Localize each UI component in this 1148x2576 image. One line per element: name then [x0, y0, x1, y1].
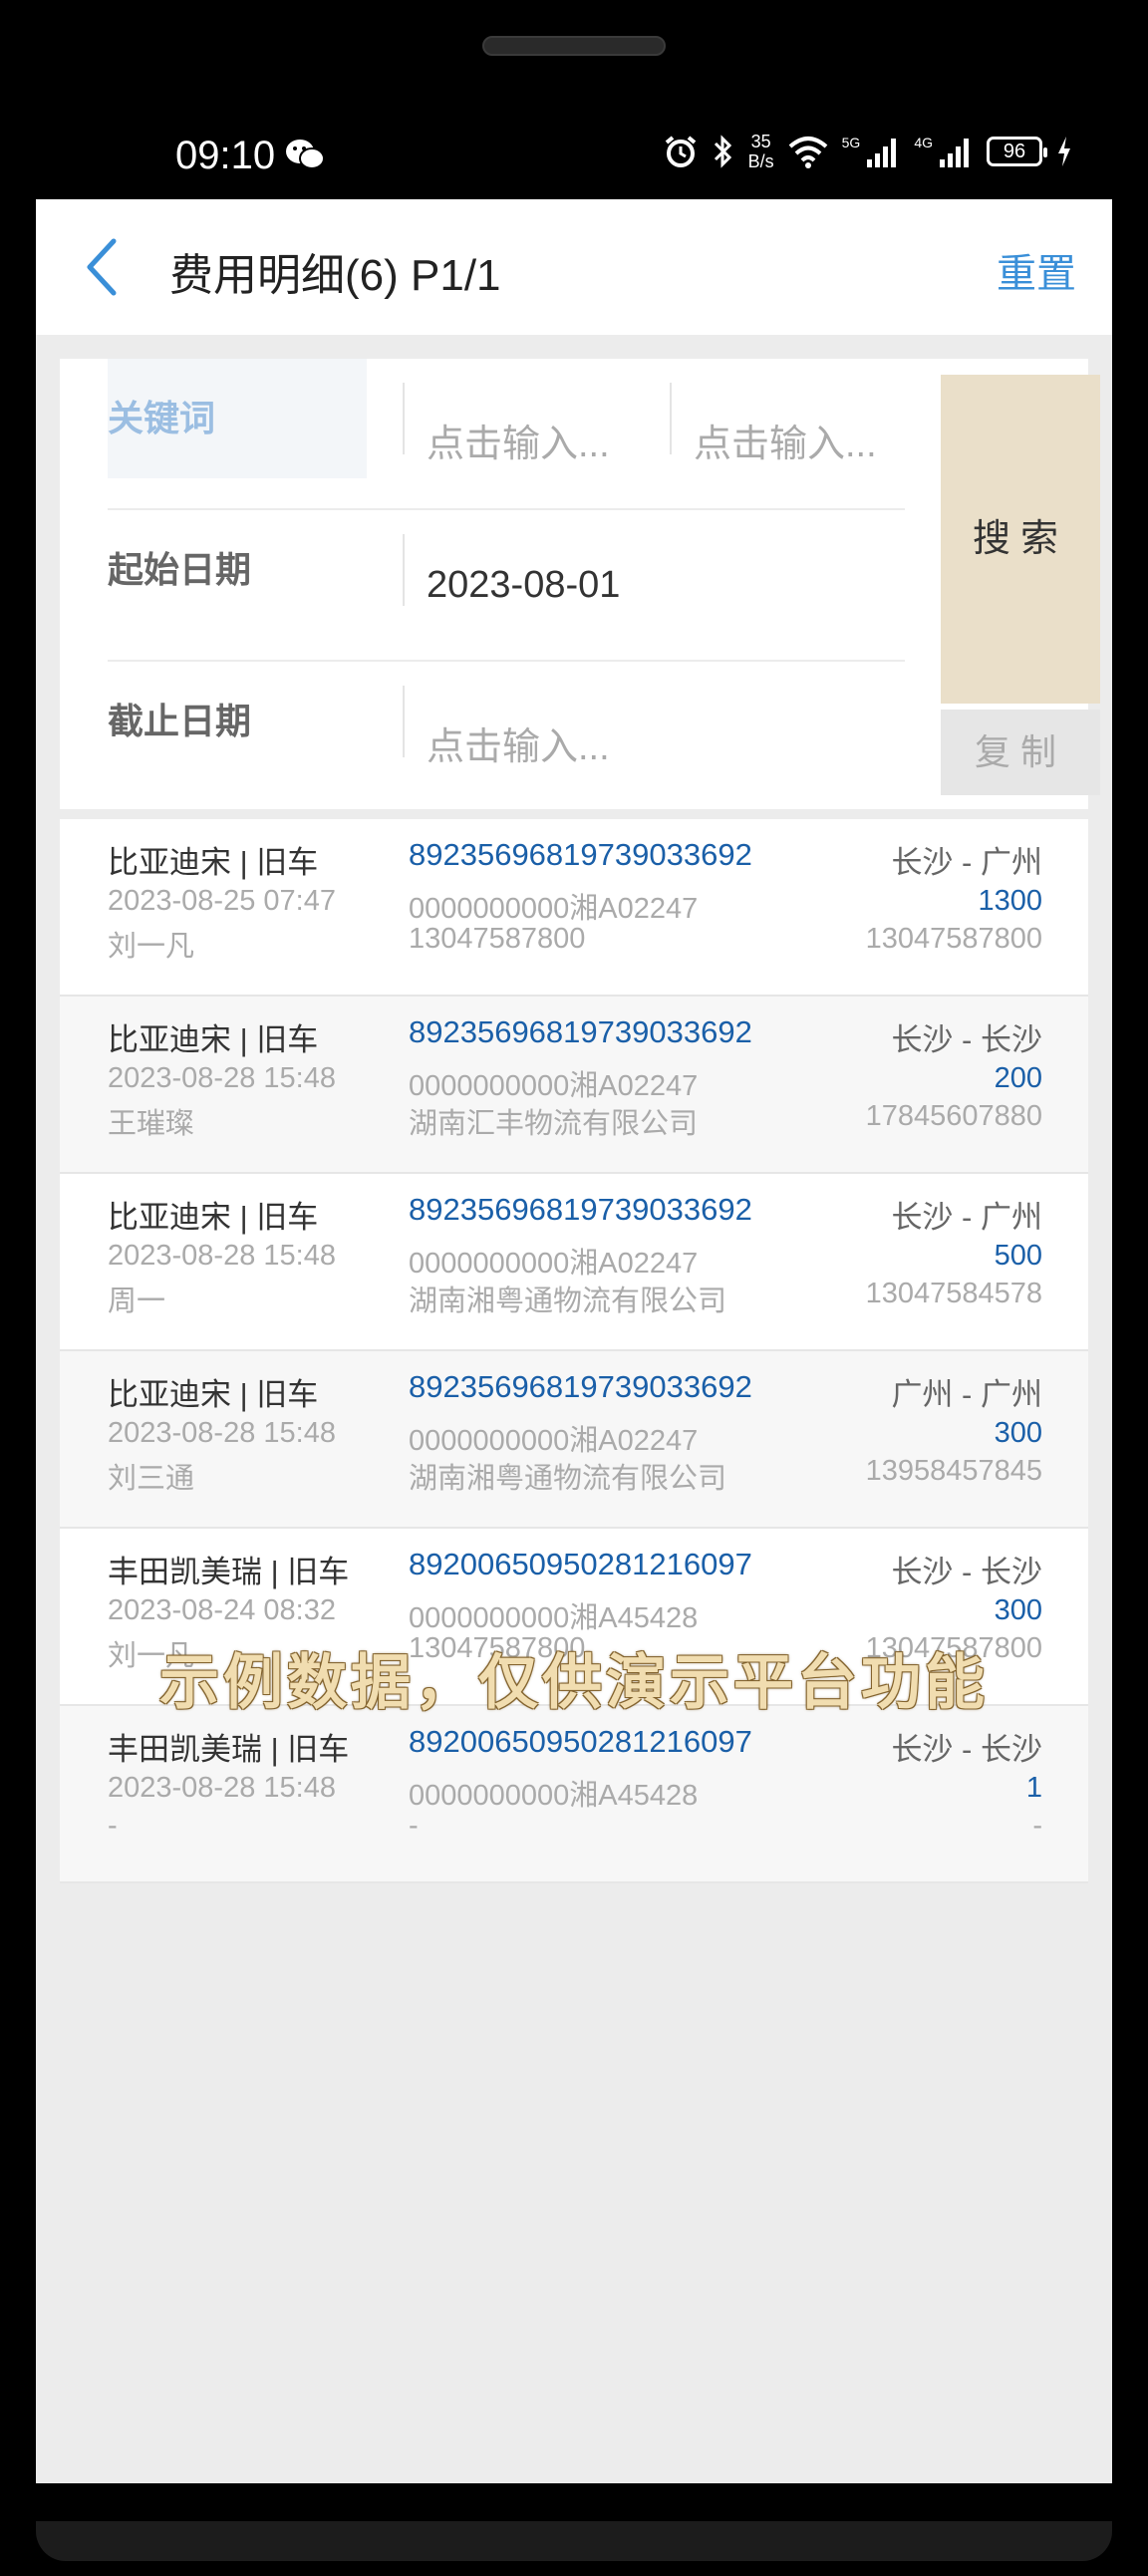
driver-name: 王璀璨 [108, 1108, 195, 1140]
route: 长沙 - 长沙 [891, 1022, 1042, 1057]
driver-name: 周一 [108, 1286, 166, 1317]
card-number: 89235696819739033692 [409, 837, 752, 872]
plate-number: 0000000000湘A02247 [409, 1425, 699, 1457]
start-date-input[interactable]: 2023-08-01 [427, 564, 620, 607]
copy-button[interactable]: 复制 [941, 710, 1100, 795]
charging-icon [1058, 137, 1070, 166]
card-number: 89235696819739033692 [409, 1369, 752, 1404]
vehicle-model: 比亚迪宋 | 旧车 [108, 1377, 319, 1412]
status-bar: 09:10 35 B/s 5G 4G 96 [36, 122, 1112, 197]
phone-number: 17845607880 [865, 1100, 1042, 1132]
list-item[interactable]: 比亚迪宋 | 旧车 2023-08-28 15:48 周一 8923569681… [60, 1174, 1088, 1351]
company-name: 13047587800 [409, 923, 586, 955]
net-speed: 35 B/s [747, 132, 774, 171]
start-date-label: 起始日期 [108, 549, 252, 590]
divider [403, 686, 405, 757]
end-date-input[interactable]: 点击输入... [427, 716, 610, 770]
plate-number: 0000000000湘A02247 [409, 1070, 699, 1102]
record-date: 2023-08-28 15:48 [108, 1417, 336, 1449]
amount: 1 [1025, 1772, 1042, 1804]
signal-icon [867, 139, 897, 167]
keyword-input-2[interactable]: 点击输入... [694, 413, 877, 467]
route: 长沙 - 广州 [891, 1200, 1042, 1235]
vehicle-model: 比亚迪宋 | 旧车 [108, 1200, 319, 1235]
company-name: 湖南汇丰物流有限公司 [409, 1108, 699, 1140]
record-date: 2023-08-28 15:48 [108, 1240, 336, 1272]
card-number: 89235696819739033692 [409, 1014, 752, 1049]
keyword-label: 关键词 [108, 359, 367, 478]
card-number: 89235696819739033692 [409, 1192, 752, 1227]
divider [403, 383, 405, 454]
vehicle-model: 比亚迪宋 | 旧车 [108, 1022, 319, 1057]
amount: 300 [994, 1594, 1042, 1626]
phone-number: 13958457845 [865, 1455, 1042, 1487]
phone-number: 13047587800 [865, 923, 1042, 955]
list-item[interactable]: 比亚迪宋 | 旧车 2023-08-25 07:47 刘一凡 892356968… [60, 819, 1088, 997]
plate-number: 0000000000湘A02247 [409, 893, 699, 925]
list-item[interactable]: 比亚迪宋 | 旧车 2023-08-28 15:48 刘三通 892356968… [60, 1351, 1088, 1529]
vehicle-model: 丰田凯美瑞 | 旧车 [108, 1555, 350, 1589]
route: 长沙 - 长沙 [891, 1732, 1042, 1767]
reset-button[interactable]: 重置 [997, 241, 1076, 299]
company-name: - [409, 1810, 419, 1842]
signal2-label: 4G [914, 135, 933, 150]
card-number: 89200650950281216097 [409, 1547, 752, 1581]
list-item[interactable]: 丰田凯美瑞 | 旧车 2023-08-28 15:48 - 8920065095… [60, 1706, 1088, 1883]
search-panel: 关键词 点击输入... 点击输入... 起始日期 2023-08-01 截止日期… [60, 359, 1100, 809]
amount: 500 [994, 1240, 1042, 1272]
search-button[interactable]: 搜索 [941, 375, 1100, 704]
battery-indicator: 96 [987, 137, 1047, 166]
plate-number: 0000000000湘A45428 [409, 1780, 699, 1812]
company-name: 湖南湘粤通物流有限公司 [409, 1286, 727, 1317]
keyword-input-1[interactable]: 点击输入... [427, 413, 610, 467]
record-date: 2023-08-28 15:48 [108, 1062, 336, 1094]
record-date: 2023-08-24 08:32 [108, 1594, 336, 1626]
route: 长沙 - 长沙 [891, 1555, 1042, 1589]
expense-list: 比亚迪宋 | 旧车 2023-08-25 07:47 刘一凡 892356968… [60, 819, 1088, 1883]
signal1-label: 5G [841, 135, 861, 150]
divider [670, 383, 672, 454]
route: 广州 - 广州 [891, 1377, 1042, 1412]
driver-name: 刘一凡 [108, 931, 195, 963]
vehicle-model: 比亚迪宋 | 旧车 [108, 845, 319, 880]
end-date-label: 截止日期 [108, 701, 252, 741]
route: 长沙 - 广州 [891, 845, 1042, 880]
phone-speaker [482, 36, 666, 56]
nav-bar: 费用明细(6) P1/1 重置 [36, 199, 1112, 335]
card-number: 89200650950281216097 [409, 1724, 752, 1759]
amount: 1300 [978, 885, 1042, 917]
status-time: 09:10 [175, 134, 276, 177]
vehicle-model: 丰田凯美瑞 | 旧车 [108, 1732, 350, 1767]
back-arrow-icon[interactable] [82, 235, 122, 299]
record-date: 2023-08-25 07:47 [108, 885, 336, 917]
wechat-icon [286, 140, 325, 169]
company-name: 湖南湘粤通物流有限公司 [409, 1463, 727, 1495]
plate-number: 0000000000湘A45428 [409, 1602, 699, 1634]
app-screen: 费用明细(6) P1/1 重置 关键词 点击输入... 点击输入... 起始日期… [36, 199, 1112, 2483]
record-date: 2023-08-28 15:48 [108, 1772, 336, 1804]
driver-name: 刘三通 [108, 1463, 195, 1495]
phone-number: - [1032, 1810, 1042, 1842]
bluetooth-icon [714, 135, 731, 168]
page-title: 费用明细(6) P1/1 [169, 251, 501, 300]
amount: 200 [994, 1062, 1042, 1094]
amount: 300 [994, 1417, 1042, 1449]
plate-number: 0000000000湘A02247 [409, 1248, 699, 1280]
divider [403, 534, 405, 606]
signal-icon [940, 139, 969, 167]
status-indicators: 35 B/s 5G 4G 96 [663, 132, 1072, 171]
driver-name: - [108, 1810, 118, 1842]
demo-watermark: 示例数据，仅供演示平台功能 [159, 1649, 989, 1716]
phone-number: 13047584578 [865, 1278, 1042, 1309]
alarm-icon [665, 136, 696, 167]
list-item[interactable]: 比亚迪宋 | 旧车 2023-08-28 15:48 王璀璨 892356968… [60, 997, 1088, 1174]
phone-bottom-bezel [36, 2521, 1112, 2561]
wifi-icon [788, 137, 827, 168]
